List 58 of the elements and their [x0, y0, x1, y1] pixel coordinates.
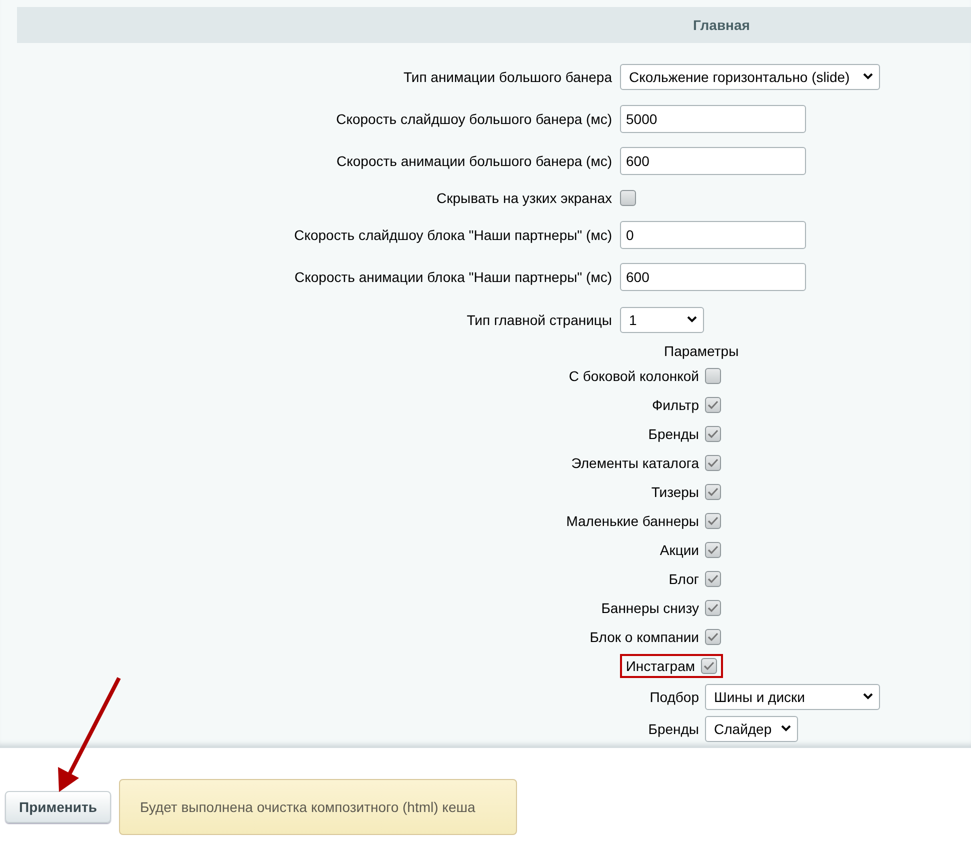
input-field[interactable]: 600	[620, 147, 806, 175]
check-icon	[707, 574, 719, 584]
checkbox-label: Блок о компании	[590, 628, 699, 644]
chevron-down-icon	[687, 316, 697, 323]
input-field[interactable]: 600	[620, 263, 806, 291]
checkbox[interactable]	[705, 368, 721, 384]
checkbox[interactable]	[705, 396, 721, 412]
check-icon	[707, 458, 719, 468]
checkbox-label: Скрывать на узких экранах	[436, 190, 612, 206]
section-title: Главная	[692, 17, 750, 33]
checkbox-label: Блог	[668, 570, 699, 586]
checkbox[interactable]	[705, 512, 721, 528]
field-label: Скорость слайдшоу большого банера (мс)	[336, 111, 612, 127]
field-label: Тип анимации большого банера	[403, 68, 612, 84]
checkbox-label: Баннеры снизу	[601, 600, 699, 616]
chevron-down-icon	[863, 693, 873, 700]
chevron-down-icon	[863, 73, 873, 80]
check-icon	[707, 400, 719, 410]
checkbox-label: Маленькие баннеры	[566, 512, 699, 528]
input-field[interactable]: 5000	[620, 105, 806, 133]
field-label: Скорость анимации большого банера (мс)	[336, 153, 612, 169]
check-icon	[703, 660, 715, 670]
dropdown[interactable]: 1	[620, 306, 704, 332]
chevron-down-icon	[781, 725, 791, 732]
checkbox-label: Тизеры	[651, 484, 699, 500]
field-label: Скорость анимации блока "Наши партнеры" (мс)	[294, 269, 612, 285]
checkbox[interactable]	[705, 426, 721, 442]
check-icon	[707, 486, 719, 496]
checkbox[interactable]	[705, 600, 721, 616]
checkbox[interactable]	[620, 190, 636, 206]
checkbox[interactable]	[705, 570, 721, 586]
checkbox[interactable]	[705, 542, 721, 558]
checkbox[interactable]	[705, 628, 721, 644]
check-icon	[707, 516, 719, 526]
notice-message: Будет выполнена очистка композитного (html) кеша	[119, 779, 517, 835]
checkbox[interactable]	[705, 484, 721, 500]
checkbox-label: Акции	[660, 542, 699, 558]
input-field[interactable]: 0	[620, 221, 806, 249]
field-label: Скорость слайдшоу блока "Наши партнеры" (мс)	[294, 227, 612, 243]
field-label: Бренды	[648, 720, 699, 736]
checkbox-label: Элементы каталога	[571, 454, 699, 470]
dropdown[interactable]: Слайдер	[705, 716, 798, 742]
check-icon	[707, 428, 719, 438]
dropdown[interactable]: Шины и диски	[705, 684, 880, 710]
field-label: Тип главной страницы	[466, 312, 612, 328]
check-icon	[707, 544, 719, 554]
checkbox-label: Фильтр	[652, 396, 699, 412]
dropdown[interactable]: Скольжение горизонтально (slide)	[620, 64, 880, 90]
field-label: Подбор	[650, 688, 699, 704]
check-icon	[707, 632, 719, 642]
checkbox[interactable]	[701, 658, 717, 674]
checkbox-label: С боковой колонкой	[568, 368, 699, 384]
check-icon	[707, 602, 719, 612]
checkbox-label: Бренды	[648, 426, 699, 442]
group-heading: Параметры	[664, 343, 739, 359]
checkbox[interactable]	[705, 454, 721, 470]
checkbox-label: Инстаграм	[626, 658, 695, 674]
apply-button[interactable]: Применить	[5, 791, 111, 823]
